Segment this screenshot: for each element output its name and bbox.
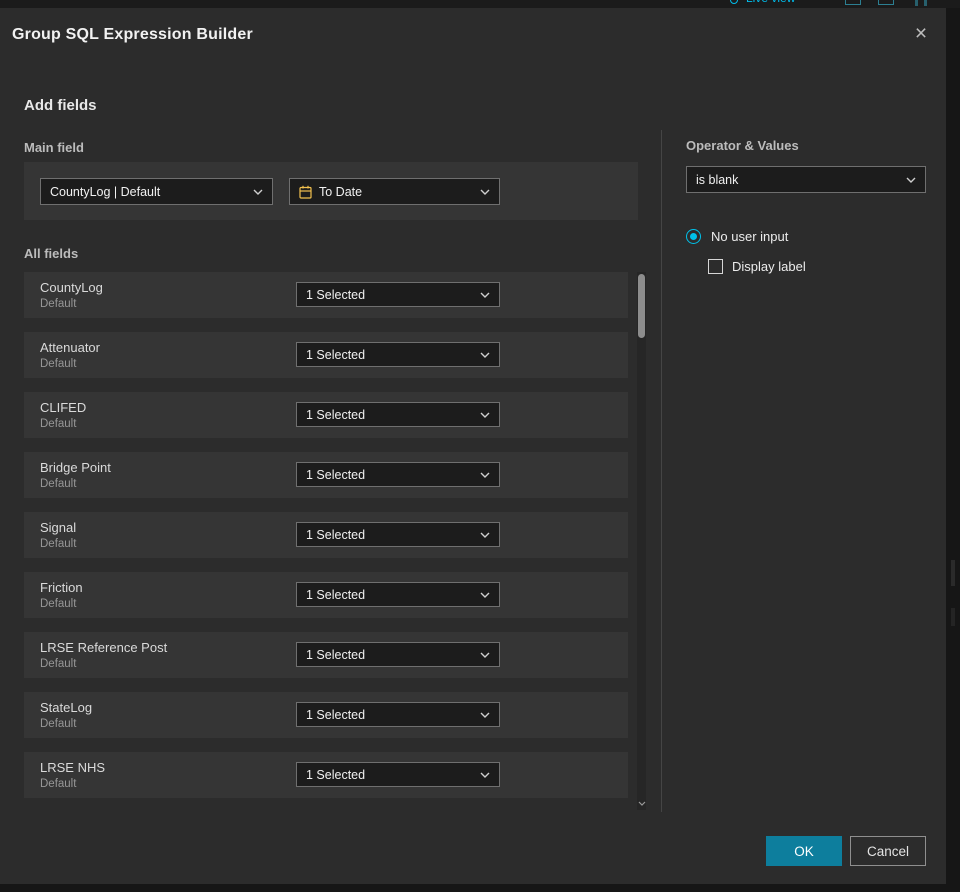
field-row-lrse-reference-post: LRSE Reference Post Default 1 Selected xyxy=(24,632,628,678)
field-name: Signal xyxy=(40,520,77,535)
radio-selected-icon[interactable] xyxy=(686,229,701,244)
scrollbar[interactable] xyxy=(637,272,646,810)
field-row-signal: Signal Default 1 Selected xyxy=(24,512,628,558)
field-row-bridge-point: Bridge Point Default 1 Selected xyxy=(24,452,628,498)
field-selected-dropdown[interactable]: 1 Selected xyxy=(296,702,500,727)
field-row-clifed: CLIFED Default 1 Selected xyxy=(24,392,628,438)
toolbar-icon xyxy=(845,0,861,5)
field-selected-dropdown[interactable]: 1 Selected xyxy=(296,642,500,667)
background-fragment xyxy=(951,608,955,626)
column-divider xyxy=(661,130,662,812)
toolbar-icon xyxy=(924,0,927,6)
checkbox-label: Display label xyxy=(732,259,806,274)
chevron-down-icon xyxy=(906,177,916,183)
field-row-statelog: StateLog Default 1 Selected xyxy=(24,692,628,738)
field-selected-value: 1 Selected xyxy=(306,527,366,542)
add-fields-heading: Add fields xyxy=(24,97,97,114)
radio-label: No user input xyxy=(711,229,789,244)
field-selected-dropdown[interactable]: 1 Selected xyxy=(296,282,500,307)
close-icon[interactable]: × xyxy=(910,23,932,46)
field-subtitle: Default xyxy=(40,418,77,430)
field-selected-value: 1 Selected xyxy=(306,287,366,302)
toolbar-icon xyxy=(915,0,918,6)
checkbox-unchecked-icon[interactable] xyxy=(708,259,723,274)
field-subtitle: Default xyxy=(40,358,77,370)
chevron-down-icon xyxy=(480,292,490,298)
scroll-down-arrow-icon[interactable] xyxy=(637,798,646,808)
chevron-down-icon xyxy=(480,712,490,718)
main-field-select[interactable]: CountyLog | Default xyxy=(40,178,273,205)
scrollbar-thumb[interactable] xyxy=(638,274,645,338)
all-fields-list: CountyLog Default 1 Selected Attenuator … xyxy=(24,272,646,810)
field-subtitle: Default xyxy=(40,478,77,490)
field-selected-dropdown[interactable]: 1 Selected xyxy=(296,462,500,487)
operator-select-value: is blank xyxy=(696,172,739,187)
field-subtitle: Default xyxy=(40,658,77,670)
chevron-down-icon xyxy=(480,412,490,418)
field-selected-value: 1 Selected xyxy=(306,587,366,602)
field-subtitle: Default xyxy=(40,778,77,790)
background-app-topbar: Live view xyxy=(0,0,960,8)
screen: Live view Group SQL Expression Builder ×… xyxy=(0,0,960,892)
field-subtitle: Default xyxy=(40,538,77,550)
field-name: LRSE NHS xyxy=(40,760,106,775)
field-selected-dropdown[interactable]: 1 Selected xyxy=(296,582,500,607)
date-type-select-value: To Date xyxy=(319,184,363,199)
chevron-down-icon xyxy=(480,352,490,358)
calendar-icon xyxy=(299,185,312,199)
all-fields-label: All fields xyxy=(24,246,79,261)
field-name: StateLog xyxy=(40,700,93,715)
operator-select[interactable]: is blank xyxy=(686,166,926,193)
ok-button[interactable]: OK xyxy=(766,836,842,866)
chevron-down-icon xyxy=(480,652,490,658)
field-row-countylog: CountyLog Default 1 Selected xyxy=(24,272,628,318)
chevron-down-icon xyxy=(480,189,490,195)
toolbar-icon xyxy=(878,0,894,5)
field-row-attenuator: Attenuator Default 1 Selected xyxy=(24,332,628,378)
field-selected-dropdown[interactable]: 1 Selected xyxy=(296,522,500,547)
chevron-down-icon xyxy=(480,472,490,478)
cancel-button[interactable]: Cancel xyxy=(850,836,926,866)
field-selected-value: 1 Selected xyxy=(306,647,366,662)
display-label-checkbox[interactable]: Display label xyxy=(708,259,806,274)
field-selected-value: 1 Selected xyxy=(306,407,366,422)
group-sql-expression-builder-dialog: Group SQL Expression Builder × Add field… xyxy=(0,8,946,884)
main-field-label: Main field xyxy=(24,140,84,155)
chevron-down-icon xyxy=(480,772,490,778)
field-selected-dropdown[interactable]: 1 Selected xyxy=(296,342,500,367)
no-user-input-radio[interactable]: No user input xyxy=(686,229,788,244)
field-name: Attenuator xyxy=(40,340,100,355)
field-selected-value: 1 Selected xyxy=(306,347,366,362)
field-row-friction: Friction Default 1 Selected xyxy=(24,572,628,618)
live-view-label: Live view xyxy=(746,0,795,5)
chevron-down-icon xyxy=(253,189,263,195)
live-view-icon xyxy=(730,0,738,4)
field-selected-value: 1 Selected xyxy=(306,467,366,482)
date-type-select[interactable]: To Date xyxy=(289,178,500,205)
field-selected-dropdown[interactable]: 1 Selected xyxy=(296,762,500,787)
chevron-down-icon xyxy=(480,532,490,538)
field-name: LRSE Reference Post xyxy=(40,640,168,655)
field-name: Bridge Point xyxy=(40,460,111,475)
field-selected-value: 1 Selected xyxy=(306,767,366,782)
field-selected-value: 1 Selected xyxy=(306,707,366,722)
chevron-down-icon xyxy=(480,592,490,598)
background-fragment xyxy=(951,560,955,586)
dialog-header: Group SQL Expression Builder × xyxy=(0,8,946,60)
field-name: CLIFED xyxy=(40,400,87,415)
dialog-title: Group SQL Expression Builder xyxy=(12,26,253,43)
field-subtitle: Default xyxy=(40,298,77,310)
field-subtitle: Default xyxy=(40,598,77,610)
field-selected-dropdown[interactable]: 1 Selected xyxy=(296,402,500,427)
field-row-lrse-nhs: LRSE NHS Default 1 Selected xyxy=(24,752,628,798)
main-field-panel: CountyLog | Default To Date xyxy=(24,162,638,220)
main-field-select-value: CountyLog | Default xyxy=(50,184,161,199)
field-name: CountyLog xyxy=(40,280,103,295)
field-name: Friction xyxy=(40,580,83,595)
operator-values-heading: Operator & Values xyxy=(686,138,799,153)
background-app-strip xyxy=(946,8,960,892)
field-subtitle: Default xyxy=(40,718,77,730)
